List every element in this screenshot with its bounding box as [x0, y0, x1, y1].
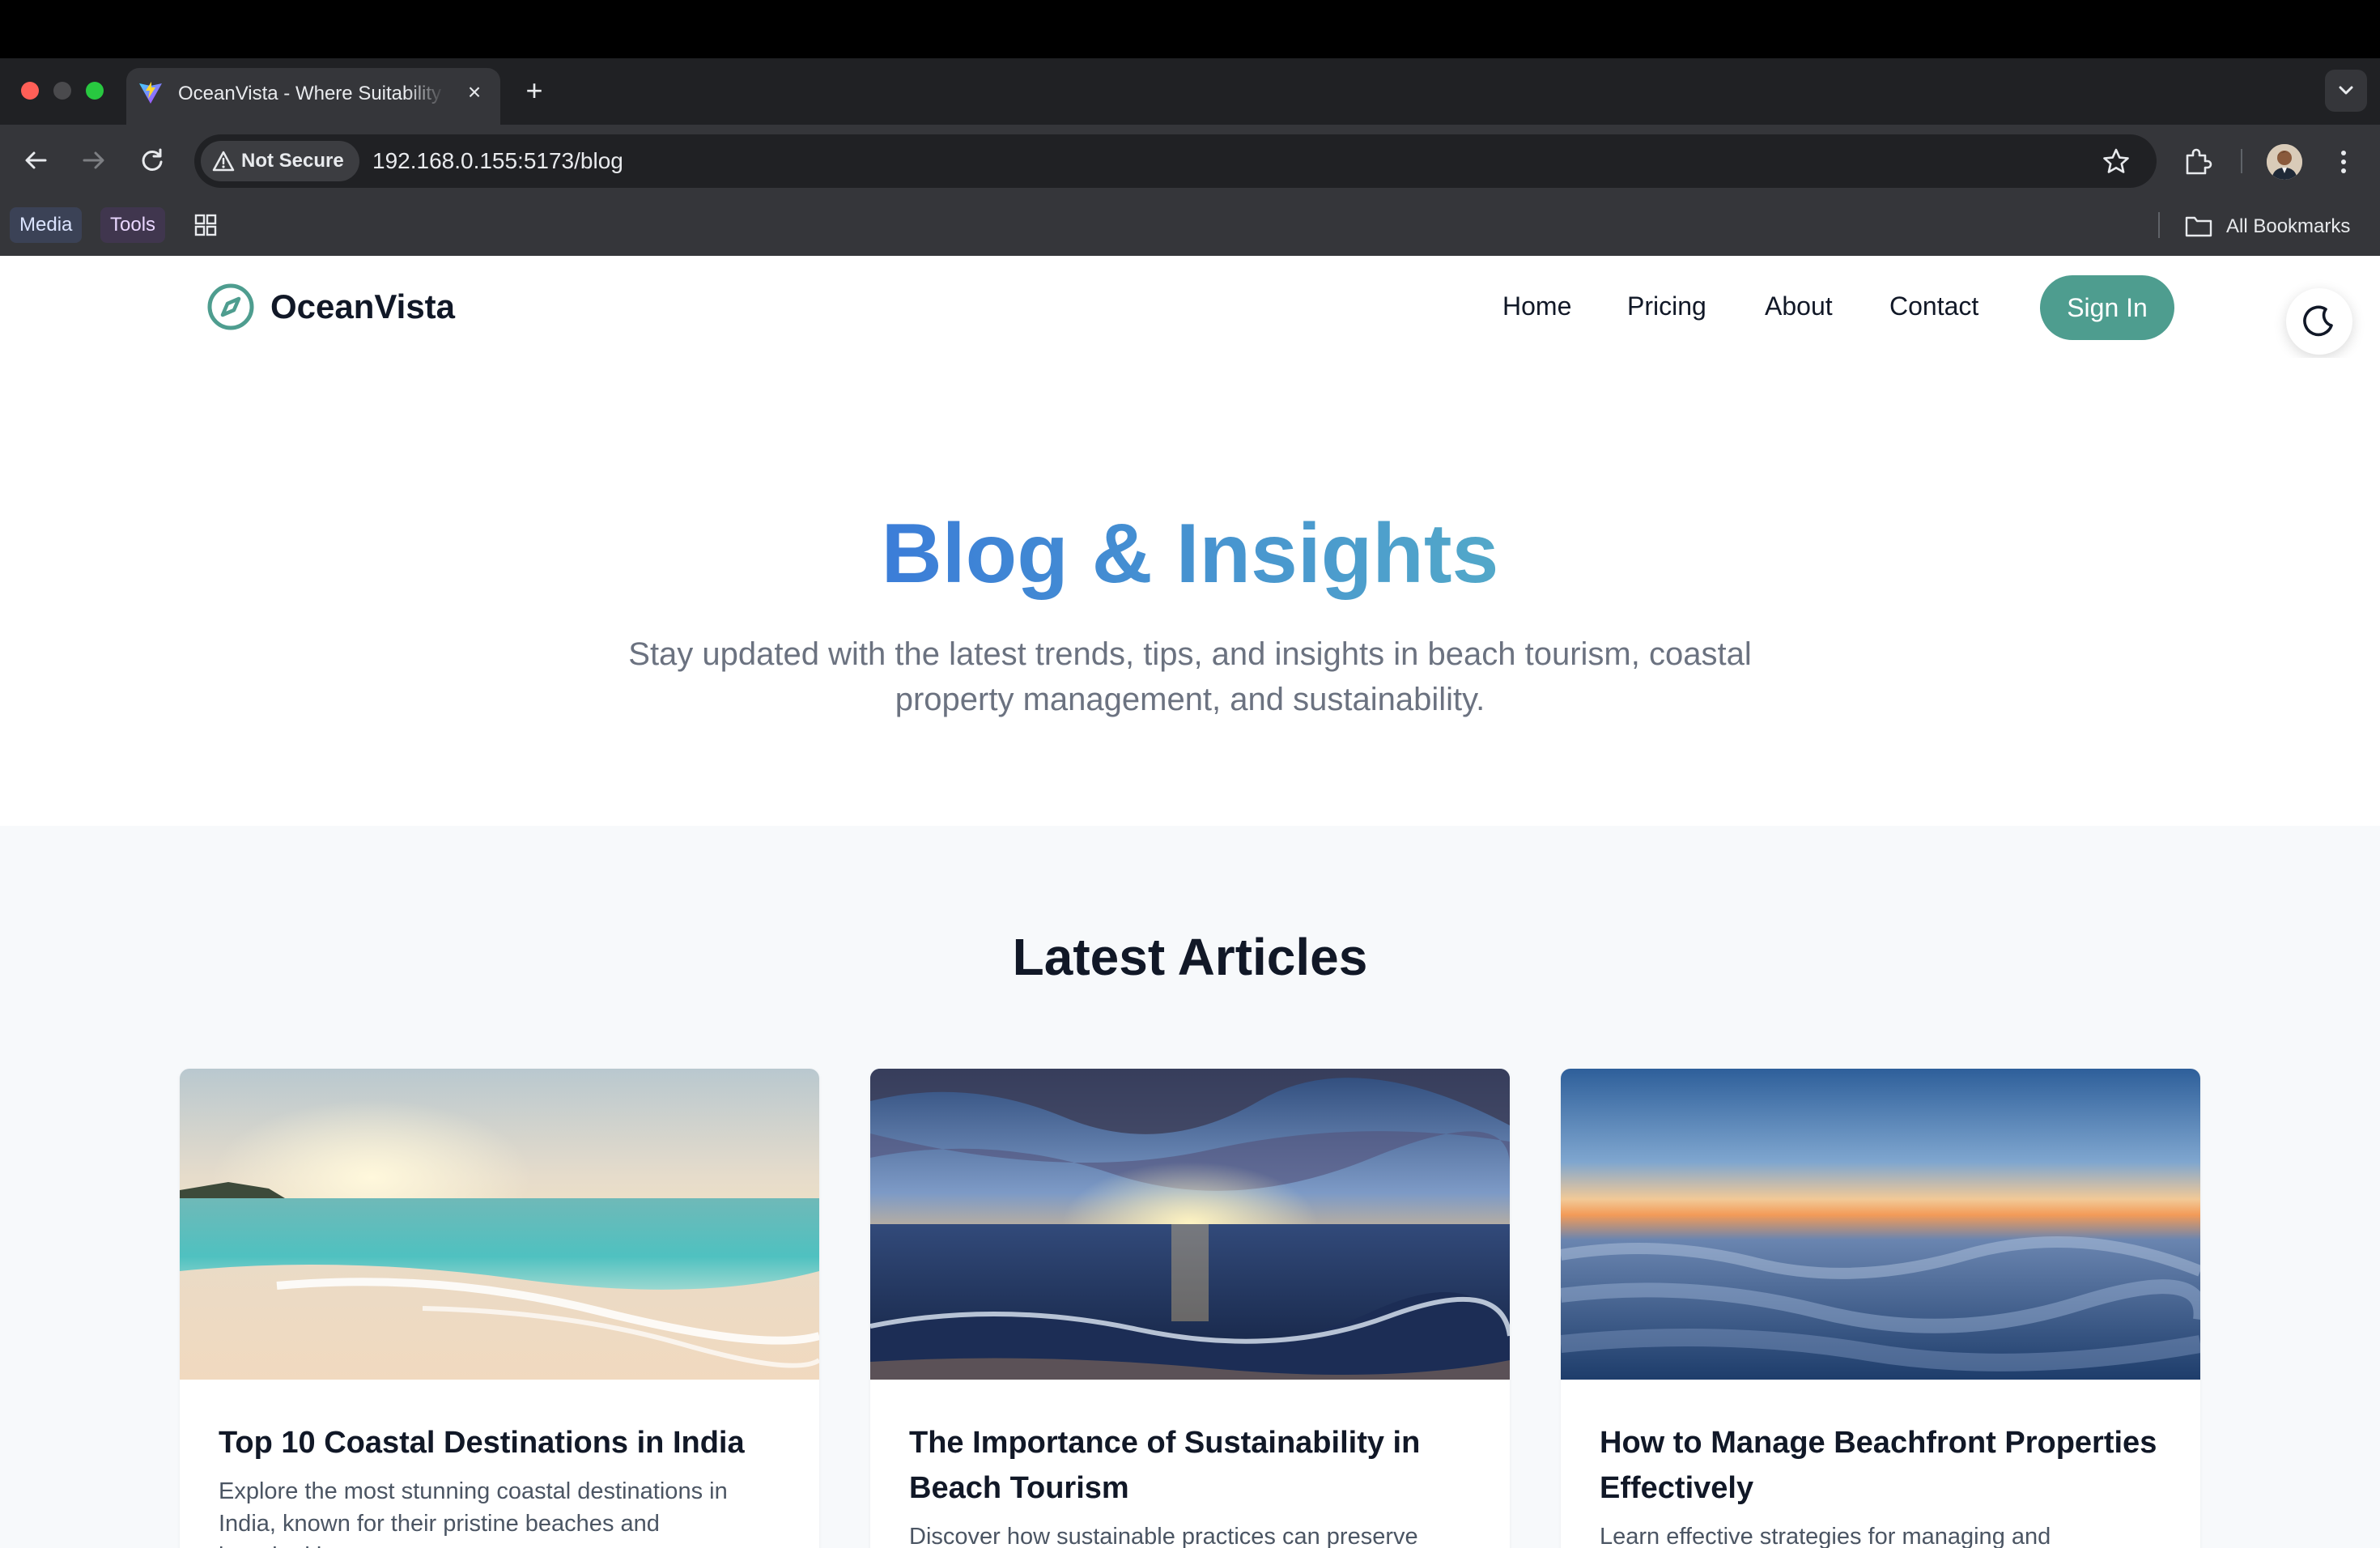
- folder-icon[interactable]: [2184, 214, 2213, 238]
- cloudscape-dawn-image[interactable]: [1561, 1069, 2200, 1380]
- bookmarks-bar: [0, 191, 2380, 256]
- apps-grid-icon[interactable]: [193, 212, 219, 238]
- minimize-window-button[interactable]: [53, 82, 71, 100]
- web-page: OceanVista Home Pricing About Contact Si…: [0, 256, 2380, 1548]
- screen: OceanVista - Where Suitability Meets × +…: [0, 0, 2380, 1548]
- dark-mode-toggle[interactable]: [2286, 288, 2352, 355]
- article-card[interactable]: How to Manage Beachfront Properties Effe…: [1561, 1069, 2200, 1548]
- article-title[interactable]: The Importance of Sustainability in Beac…: [909, 1420, 1476, 1511]
- section-title: Latest Articles: [1012, 928, 1368, 986]
- vite-favicon-icon: [139, 82, 162, 104]
- brand-name[interactable]: OceanVista: [270, 285, 455, 329]
- browser-tab-active[interactable]: OceanVista - Where Suitability Meets ×: [126, 68, 500, 125]
- avatar-icon: [2267, 144, 2302, 180]
- bookmark-tools[interactable]: Tools: [100, 207, 166, 243]
- nav-home-link[interactable]: Home: [1502, 288, 1571, 324]
- tab-title: OceanVista - Where Suitability Meets: [178, 83, 445, 104]
- address-bar[interactable]: Not Secure 192.168.0.155:5173/blog: [194, 134, 2157, 188]
- toolbar-divider: [2241, 149, 2242, 173]
- system-menubar: [0, 0, 2380, 58]
- security-label: Not Secure: [241, 150, 344, 172]
- bookmarks-divider: [2158, 212, 2160, 238]
- warning-icon: [212, 151, 235, 172]
- article-card[interactable]: Top 10 Coastal Destinations in India Exp…: [180, 1069, 819, 1548]
- more-menu-icon[interactable]: [2331, 144, 2356, 180]
- site-header: OceanVista Home Pricing About Contact Si…: [0, 256, 2380, 358]
- hero-subtitle: Stay updated with the latest trends, tip…: [628, 636, 1752, 717]
- forward-arrow-icon[interactable]: [76, 142, 112, 178]
- articles-section: Latest Articles Top 10 Coastal Destinati…: [0, 826, 2380, 1548]
- url-text[interactable]: 192.168.0.155:5173/blog: [372, 148, 623, 174]
- all-bookmarks-link[interactable]: All Bookmarks: [2226, 212, 2350, 241]
- nav-about-link[interactable]: About: [1765, 288, 1833, 324]
- hero-section: Blog & Insights Stay updated with the la…: [0, 358, 2380, 826]
- article-excerpt: Discover how sustainable practices can p…: [909, 1524, 1418, 1548]
- sign-in-button[interactable]: Sign In: [2040, 275, 2174, 340]
- article-excerpt: Explore the most stunning coastal destin…: [219, 1478, 728, 1548]
- nav-pricing-link[interactable]: Pricing: [1627, 288, 1706, 324]
- hero-title: Blog & Insights: [0, 504, 2380, 604]
- plus-icon[interactable]: +: [518, 74, 550, 107]
- beach-sunset-image[interactable]: [180, 1069, 819, 1380]
- extensions-puzzle-icon[interactable]: [2181, 144, 2215, 178]
- moon-icon: [2303, 305, 2333, 337]
- close-icon[interactable]: ×: [461, 79, 487, 105]
- back-arrow-icon[interactable]: [18, 142, 53, 178]
- tab-search-button[interactable]: [2325, 70, 2367, 112]
- maximize-window-button[interactable]: [86, 82, 104, 100]
- article-title[interactable]: How to Manage Beachfront Properties Effe…: [1600, 1420, 2166, 1511]
- profile-avatar[interactable]: [2267, 144, 2302, 180]
- article-card[interactable]: The Importance of Sustainability in Beac…: [870, 1069, 1510, 1548]
- security-indicator[interactable]: Not Secure: [201, 141, 359, 181]
- ocean-sunset-image[interactable]: [870, 1069, 1510, 1380]
- close-window-button[interactable]: [21, 82, 39, 100]
- bookmark-star-icon[interactable]: [2100, 146, 2132, 178]
- article-excerpt: Learn effective strategies for managing …: [1600, 1524, 2051, 1548]
- compass-logo-icon[interactable]: [206, 282, 256, 332]
- hero-title-text: Blog & Insights: [881, 507, 1499, 601]
- reload-icon[interactable]: [134, 142, 170, 178]
- nav-contact-link[interactable]: Contact: [1889, 288, 1978, 324]
- bookmark-media[interactable]: Media: [10, 207, 83, 243]
- chevron-down-icon: [2339, 86, 2353, 95]
- article-title[interactable]: Top 10 Coastal Destinations in India: [219, 1420, 785, 1465]
